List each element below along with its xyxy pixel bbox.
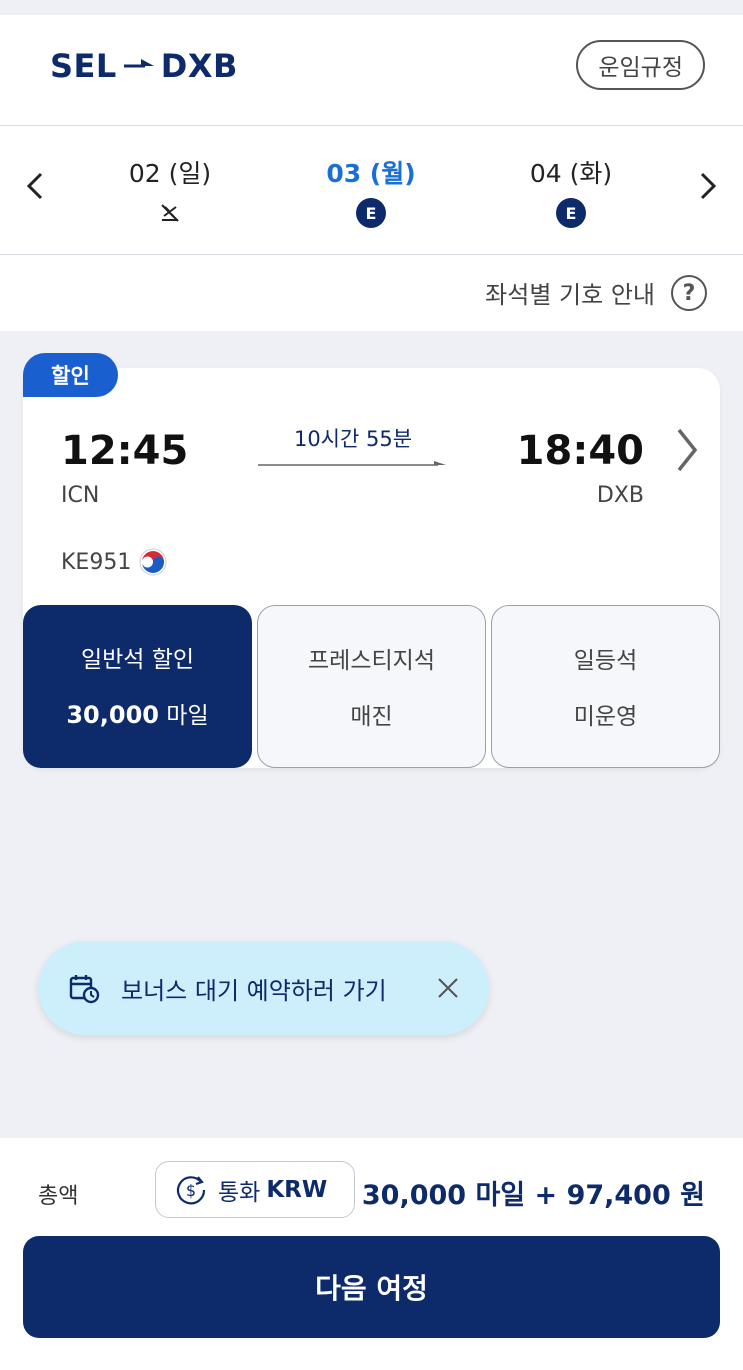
chevron-right-icon[interactable]	[674, 426, 700, 474]
svg-text:$: $	[186, 1181, 196, 1200]
currency-prefix: 통화	[218, 1179, 261, 1206]
fare-name: 프레스티지석	[308, 648, 435, 674]
no-flight-icon	[155, 198, 185, 228]
chevron-right-icon	[700, 172, 717, 200]
bottom-summary: 총액 $ 통화 KRW 30,000 마일 + 97,400 원 다음 여정	[0, 1138, 743, 1370]
flight-number-row: KE951	[61, 548, 167, 576]
bonus-waitlist-banner[interactable]: 보너스 대기 예약하러 가기	[38, 941, 489, 1035]
economy-badge: E	[356, 198, 386, 228]
status-strip	[0, 0, 743, 15]
date-label: 04 (화)	[529, 159, 613, 188]
departure-time: 12:45	[61, 428, 189, 474]
flight-number: KE951	[61, 549, 132, 575]
fare-name: 일반석 할인	[80, 647, 195, 673]
route-arrow-icon	[123, 59, 154, 68]
total-label: 총액	[38, 1184, 79, 1209]
departure-code: ICN	[61, 483, 100, 508]
fare-prestige[interactable]: 프레스티지석 매진	[257, 605, 486, 768]
arrival-time: 18:40	[516, 428, 644, 474]
origin-code: SEL	[50, 47, 117, 85]
currency-button[interactable]: $ 통화 KRW	[155, 1161, 355, 1218]
waitlist-label: 보너스 대기 예약하러 가기	[121, 977, 387, 1005]
duration-arrow-icon	[258, 461, 446, 466]
arrival-code: DXB	[596, 483, 644, 508]
fare-first[interactable]: 일등석 미운영	[491, 605, 720, 768]
fare-name: 일등석	[573, 648, 638, 674]
date-label: 03 (월)	[326, 159, 416, 188]
help-icon[interactable]: ?	[671, 275, 707, 311]
chevron-left-icon	[26, 172, 43, 200]
fare-rules-button[interactable]: 운임규정	[576, 40, 705, 90]
header: SEL DXB 운임규정	[0, 15, 743, 125]
prev-date-button[interactable]	[20, 166, 50, 206]
seat-legend-row: 좌석별 기호 안내 ?	[0, 255, 743, 331]
korean-air-logo-icon	[139, 548, 167, 576]
destination-code: DXB	[160, 47, 238, 85]
date-selector: 02 (일) 03 (월) E 04 (화) E	[0, 125, 743, 255]
fare-value: 매진	[350, 704, 393, 730]
next-date-button[interactable]	[693, 166, 723, 206]
date-label: 02 (일)	[128, 159, 212, 188]
flight-duration: 10시간 55분	[293, 427, 413, 451]
close-icon[interactable]	[437, 977, 459, 999]
currency-exchange-icon: $	[176, 1175, 206, 1204]
fare-value: 미운영	[573, 704, 638, 730]
date-tab-02[interactable]: 02 (일)	[90, 154, 250, 228]
economy-badge: E	[556, 198, 586, 228]
calendar-clock-icon	[69, 975, 100, 1004]
fare-economy-discount[interactable]: 일반석 할인 30,000 마일	[23, 605, 252, 768]
flight-card[interactable]: 할인 12:45 ICN 10시간 55분 18:40 DXB KE951 일반…	[23, 353, 720, 768]
total-amount: 30,000 마일 + 97,400 원	[361, 1180, 705, 1211]
date-tab-04[interactable]: 04 (화) E	[491, 154, 651, 228]
currency-code: KRW	[266, 1176, 328, 1203]
discount-badge: 할인	[23, 353, 118, 397]
route-title: SEL DXB	[50, 47, 238, 85]
seat-legend-link[interactable]: 좌석별 기호 안내	[485, 275, 655, 310]
fare-value: 30,000 마일	[66, 701, 209, 729]
next-journey-button[interactable]: 다음 여정	[23, 1236, 720, 1338]
date-tab-03[interactable]: 03 (월) E	[291, 154, 451, 228]
